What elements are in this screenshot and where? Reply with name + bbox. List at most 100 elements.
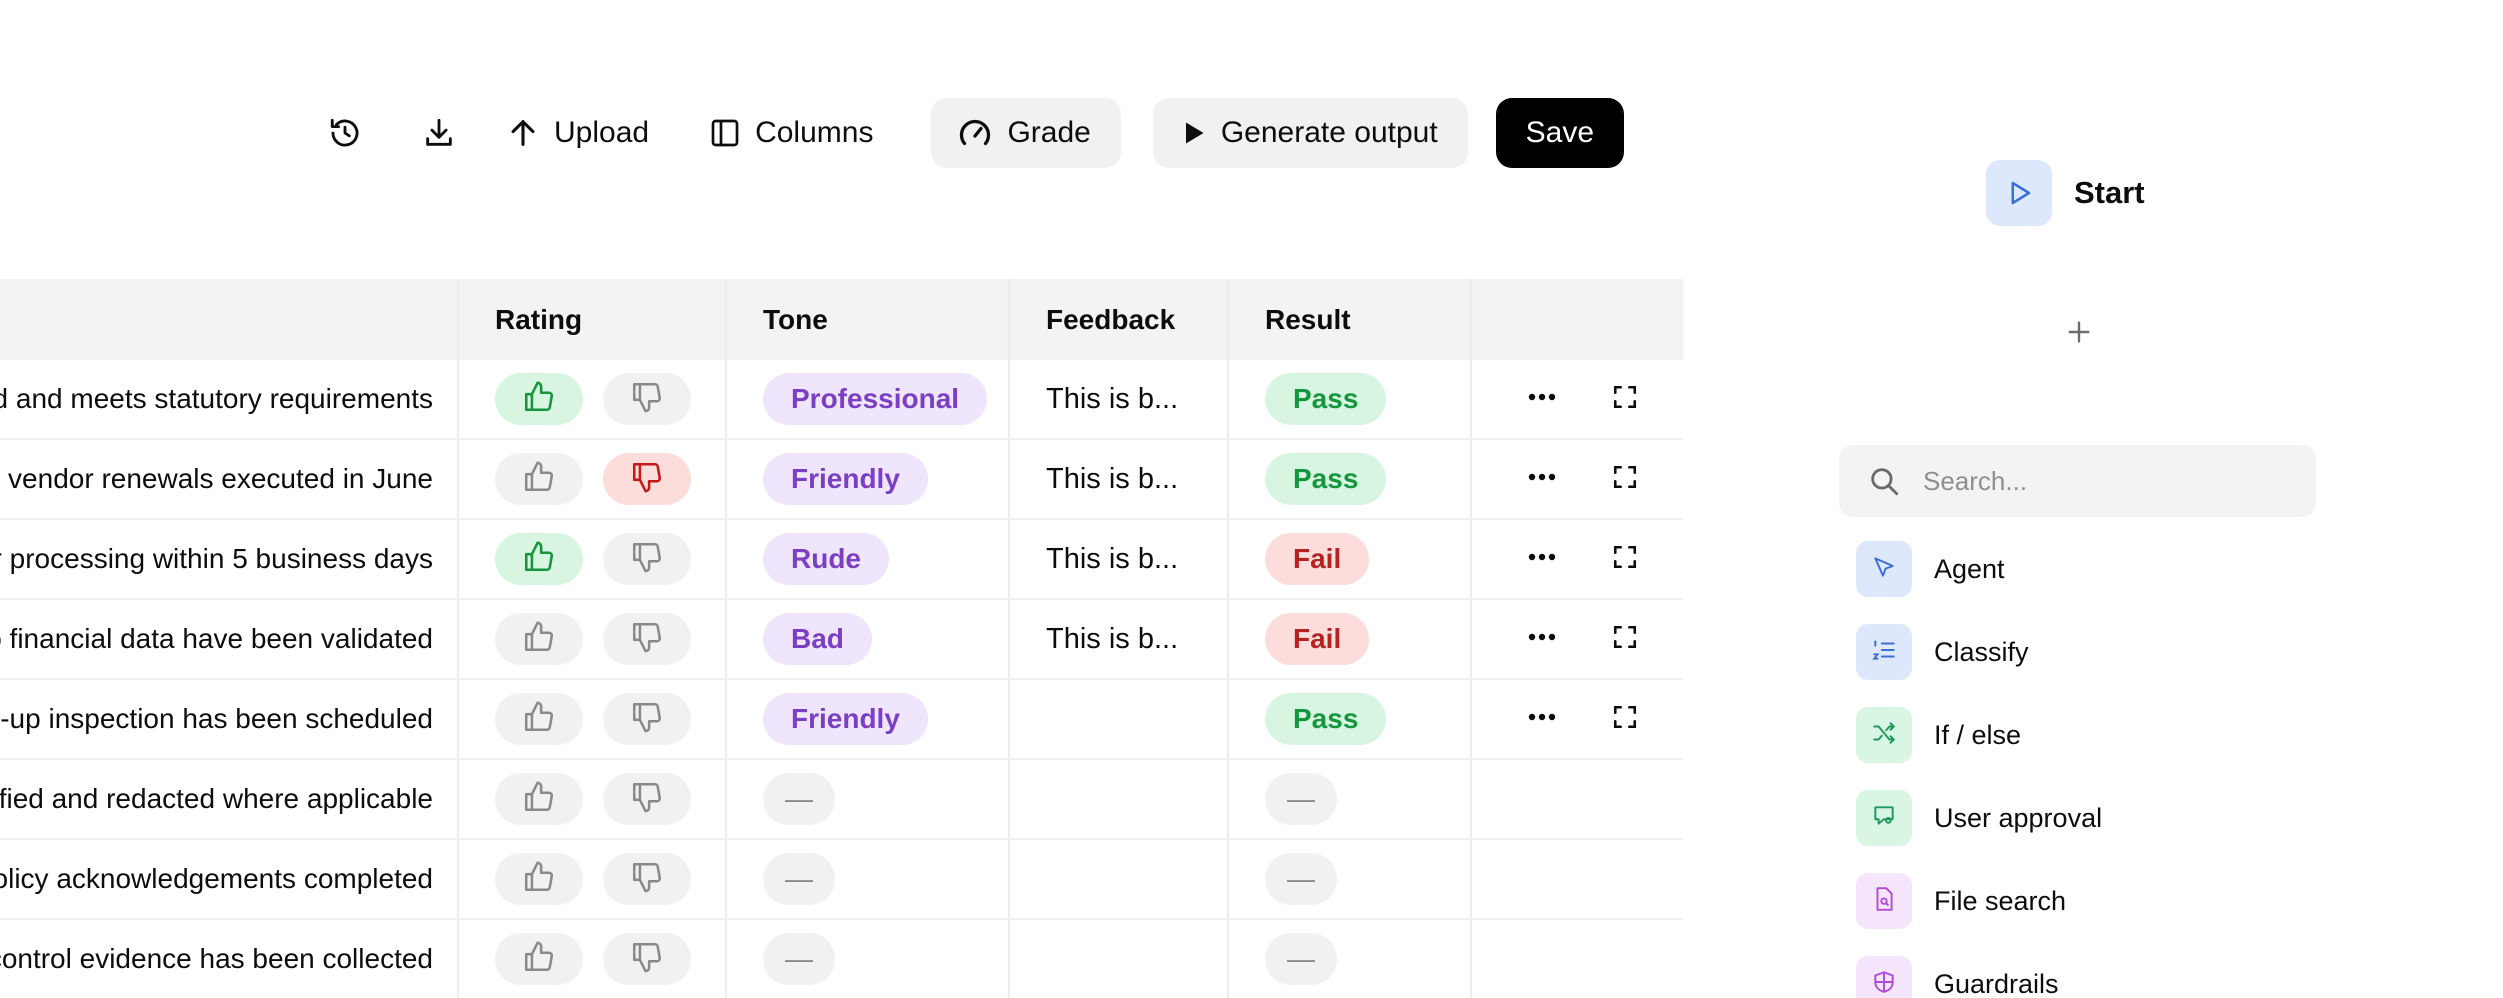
thumbs-down-icon [630,780,664,819]
feedback-cell[interactable] [1010,680,1229,758]
feedback-cell[interactable] [1010,760,1229,838]
expand-row-button[interactable] [1600,530,1652,588]
column-header-actions [1472,279,1683,360]
node-item-guardrails[interactable]: Guardrails [1856,956,2102,998]
thumbs-down-button[interactable] [603,373,691,425]
save-button[interactable]: Save [1495,98,1625,168]
tone-badge[interactable]: Professional [763,373,988,425]
more-options-button[interactable] [1516,530,1568,588]
feedback-cell[interactable]: This is b... [1010,440,1229,518]
more-options-button[interactable] [1516,610,1568,668]
tone-badge[interactable]: — [763,853,835,905]
thumbs-down-button[interactable] [603,773,691,825]
thumbs-down-button[interactable] [603,693,691,745]
result-badge: Pass [1265,693,1387,745]
expand-row-button[interactable] [1600,450,1652,508]
start-node[interactable]: Start [1986,160,2145,226]
thumbs-up-icon [522,700,556,739]
save-label: Save [1525,116,1595,149]
tone-cell: — [727,920,1010,998]
upload-button[interactable]: Upload [488,98,667,168]
node-item-if-else[interactable]: If / else [1856,707,2102,763]
tone-badge[interactable]: Friendly [763,453,928,505]
row-text: y-up inspection has been scheduled [0,703,433,734]
thumbs-up-button[interactable] [495,613,583,665]
generate-output-button[interactable]: Generate output [1152,98,1468,168]
expand-row-button[interactable] [1600,610,1652,668]
feedback-cell[interactable]: This is b... [1010,360,1229,438]
table-row: d vendor renewals executed in June Friend… [0,440,1683,520]
thumbs-down-button[interactable] [603,453,691,505]
node-icon-box [1856,956,1912,998]
tone-badge[interactable]: — [763,933,835,985]
thumbs-down-button[interactable] [603,533,691,585]
search-input[interactable] [1923,465,2303,497]
download-button[interactable] [404,98,474,168]
more-icon [1526,621,1558,658]
row-text: o financial data have been validated [0,623,433,654]
row-text: r processing within 5 business days [0,543,433,574]
row-text-cell: y-up inspection has been scheduled [0,680,459,758]
node-icon-box [1856,873,1912,929]
expand-row-button[interactable] [1600,690,1652,748]
more-options-button[interactable] [1516,690,1568,748]
node-search [1839,445,2316,517]
rating-cell [459,520,727,598]
tone-cell: Professional [727,360,1010,438]
thumbs-up-icon [522,940,556,979]
thumbs-up-button[interactable] [495,453,583,505]
expand-row-button[interactable] [1600,370,1652,428]
thumbs-up-icon [522,540,556,579]
file-search-icon [1871,886,1897,917]
node-item-agent[interactable]: Agent [1856,541,2102,597]
column-header-feedback[interactable]: Feedback [1010,279,1229,360]
thumbs-up-button[interactable] [495,373,583,425]
tone-badge[interactable]: Friendly [763,693,928,745]
tone-badge[interactable]: Rude [763,533,889,585]
feedback-cell[interactable]: This is b... [1010,520,1229,598]
thumbs-down-icon [630,860,664,899]
thumbs-up-button[interactable] [495,533,583,585]
feedback-cell[interactable] [1010,920,1229,998]
feedback-text: This is b... [1046,382,1179,415]
row-text: d vendor renewals executed in June [0,463,433,494]
node-item-user-approval[interactable]: User approval [1856,790,2102,846]
history-button[interactable] [310,98,380,168]
start-label: Start [2074,175,2145,210]
feedback-cell[interactable] [1010,840,1229,918]
node-item-file-search[interactable]: File search [1856,873,2102,929]
result-badge: Pass [1265,373,1387,425]
columns-icon [711,119,739,147]
thumbs-up-button[interactable] [495,773,583,825]
thumbs-up-icon [522,860,556,899]
row-text-cell: d vendor renewals executed in June [0,440,459,518]
thumbs-down-button[interactable] [603,613,691,665]
result-badge: — [1265,773,1337,825]
result-cell: — [1229,760,1472,838]
more-icon [1526,701,1558,738]
thumbs-down-icon [630,460,664,499]
column-header-rating[interactable]: Rating [459,279,727,360]
more-options-button[interactable] [1516,370,1568,428]
feedback-cell[interactable]: This is b... [1010,600,1229,678]
more-icon [1526,381,1558,418]
tone-badge[interactable]: Bad [763,613,872,665]
approval-icon [1871,803,1897,834]
more-options-button[interactable] [1516,450,1568,508]
thumbs-up-button[interactable] [495,693,583,745]
thumbs-down-button[interactable] [603,933,691,985]
tone-badge[interactable]: — [763,773,835,825]
node-item-classify[interactable]: Classify [1856,624,2102,680]
more-icon [1526,461,1558,498]
thumbs-up-icon [522,780,556,819]
column-header-result[interactable]: Result [1229,279,1472,360]
result-cell: Pass [1229,440,1472,518]
add-node-button[interactable] [2063,316,2095,348]
grade-button[interactable]: Grade [931,98,1121,168]
result-cell: — [1229,840,1472,918]
thumbs-up-button[interactable] [495,853,583,905]
columns-button[interactable]: Columns [691,98,891,168]
thumbs-up-button[interactable] [495,933,583,985]
thumbs-down-button[interactable] [603,853,691,905]
column-header-tone[interactable]: Tone [727,279,1010,360]
